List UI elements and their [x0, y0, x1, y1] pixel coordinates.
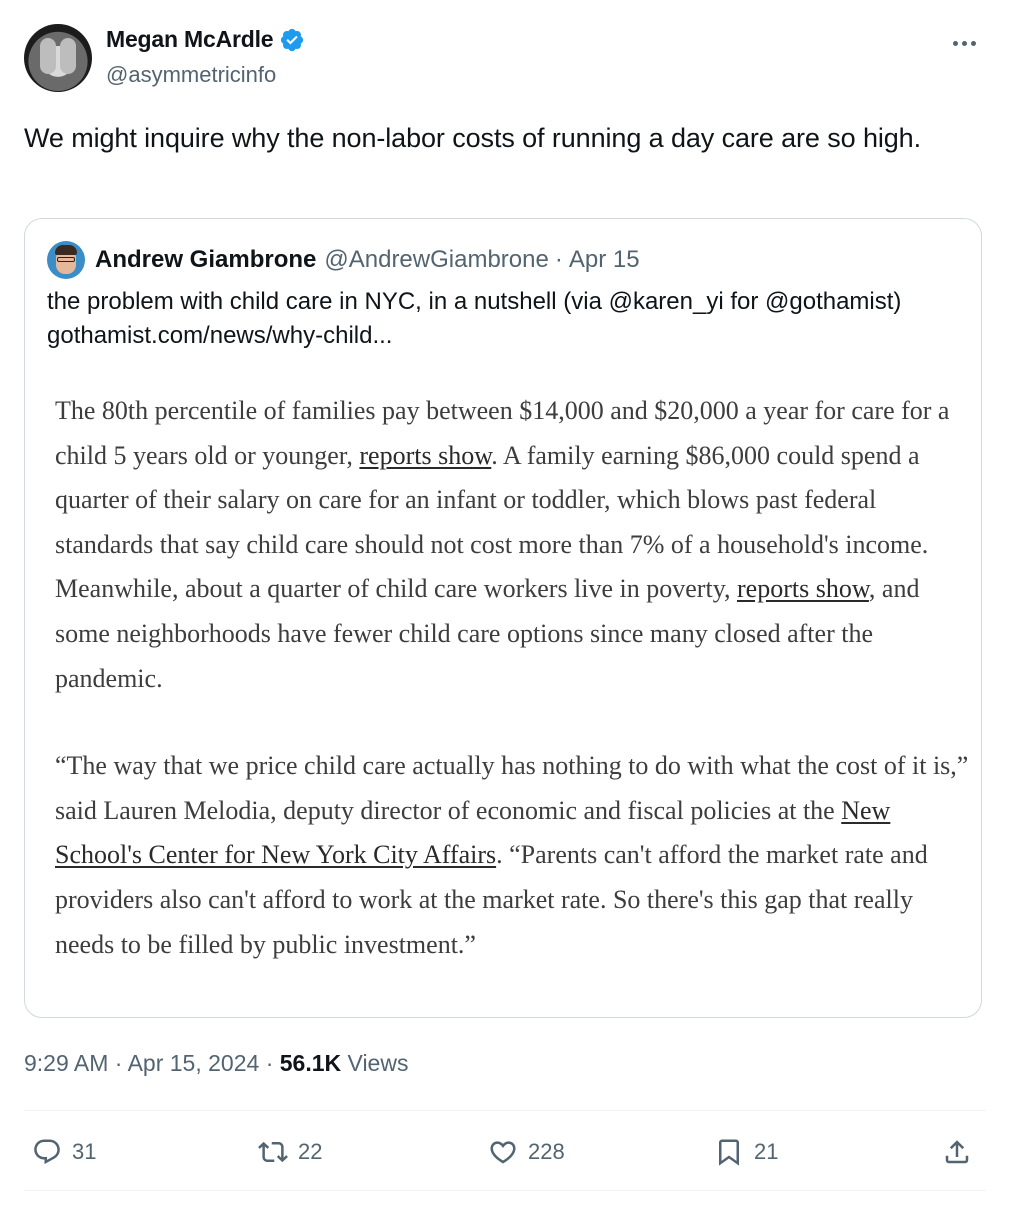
- author-name[interactable]: Megan McArdle: [106, 26, 274, 53]
- action-bar: 31 22 228 21: [24, 1128, 986, 1178]
- bookmark-button[interactable]: 21: [714, 1128, 778, 1176]
- tweet-header: Megan McArdle @asymmetricinfo: [24, 22, 986, 92]
- reply-count: 31: [72, 1139, 97, 1164]
- reply-icon: [34, 1139, 60, 1165]
- tweet-meta: 9:29 AM · Apr 15, 2024 · 56.1K Views: [24, 1050, 408, 1077]
- divider: [24, 1110, 986, 1111]
- quoted-separator: ·: [554, 246, 563, 273]
- share-icon: [945, 1140, 969, 1164]
- heart-icon: [490, 1141, 516, 1164]
- author-handle[interactable]: @asymmetricinfo: [106, 62, 276, 88]
- quoted-avatar-hair: [55, 245, 77, 255]
- bookmark-icon: [719, 1139, 739, 1166]
- divider: [24, 1190, 986, 1191]
- avatar-hand-left: [40, 38, 56, 74]
- quoted-avatar: [47, 241, 85, 279]
- article-text: “The way that we price child care actual…: [55, 751, 969, 825]
- repost-button[interactable]: 22: [258, 1128, 322, 1176]
- quoted-tweet[interactable]: Andrew Giambrone @AndrewGiambrone · Apr …: [24, 218, 982, 1018]
- like-button[interactable]: 228: [488, 1128, 565, 1176]
- share-button[interactable]: [942, 1128, 982, 1176]
- author-avatar[interactable]: [24, 24, 92, 92]
- quoted-header: Andrew Giambrone @AndrewGiambrone · Apr …: [47, 241, 640, 279]
- tweet-text: We might inquire why the non-labor costs…: [24, 123, 922, 153]
- quoted-text: the problem with child care in NYC, in a…: [47, 288, 902, 349]
- article-link-reports-show: reports show: [737, 574, 869, 604]
- meta-separator: ·: [114, 1050, 123, 1076]
- like-count: 228: [528, 1139, 565, 1164]
- views-label: Views: [347, 1050, 409, 1076]
- avatar-hand-right: [60, 38, 76, 74]
- meta-separator: ·: [265, 1050, 274, 1076]
- repost-count: 22: [298, 1139, 323, 1164]
- quoted-author-name: Andrew Giambrone: [95, 246, 317, 273]
- more-dot: [970, 40, 976, 46]
- author-name-row: Megan McArdle: [106, 26, 305, 53]
- quoted-avatar-glasses: [57, 257, 75, 262]
- views-count: 56.1K: [279, 1050, 342, 1076]
- article-screenshot: The 80th percentile of families pay betw…: [55, 389, 970, 967]
- quoted-author-handle: @AndrewGiambrone: [324, 246, 549, 273]
- reply-button[interactable]: 31: [32, 1128, 96, 1176]
- quoted-date: Apr 15: [568, 246, 640, 273]
- article-paragraph-2: “The way that we price child care actual…: [55, 744, 970, 967]
- verified-badge-icon: [281, 28, 304, 51]
- more-dot: [961, 40, 967, 46]
- tweet-time[interactable]: 9:29 AM: [24, 1050, 108, 1076]
- bookmark-count: 21: [754, 1139, 779, 1164]
- tweet: Megan McArdle @asymmetricinfo We might i…: [24, 22, 986, 158]
- more-dot: [952, 40, 958, 46]
- repost-icon: [258, 1141, 288, 1163]
- article-paragraph-1: The 80th percentile of families pay betw…: [55, 389, 970, 701]
- tweet-date[interactable]: Apr 15, 2024: [128, 1050, 260, 1076]
- article-link-reports-show: reports show: [359, 440, 492, 470]
- more-options-icon[interactable]: [944, 30, 984, 56]
